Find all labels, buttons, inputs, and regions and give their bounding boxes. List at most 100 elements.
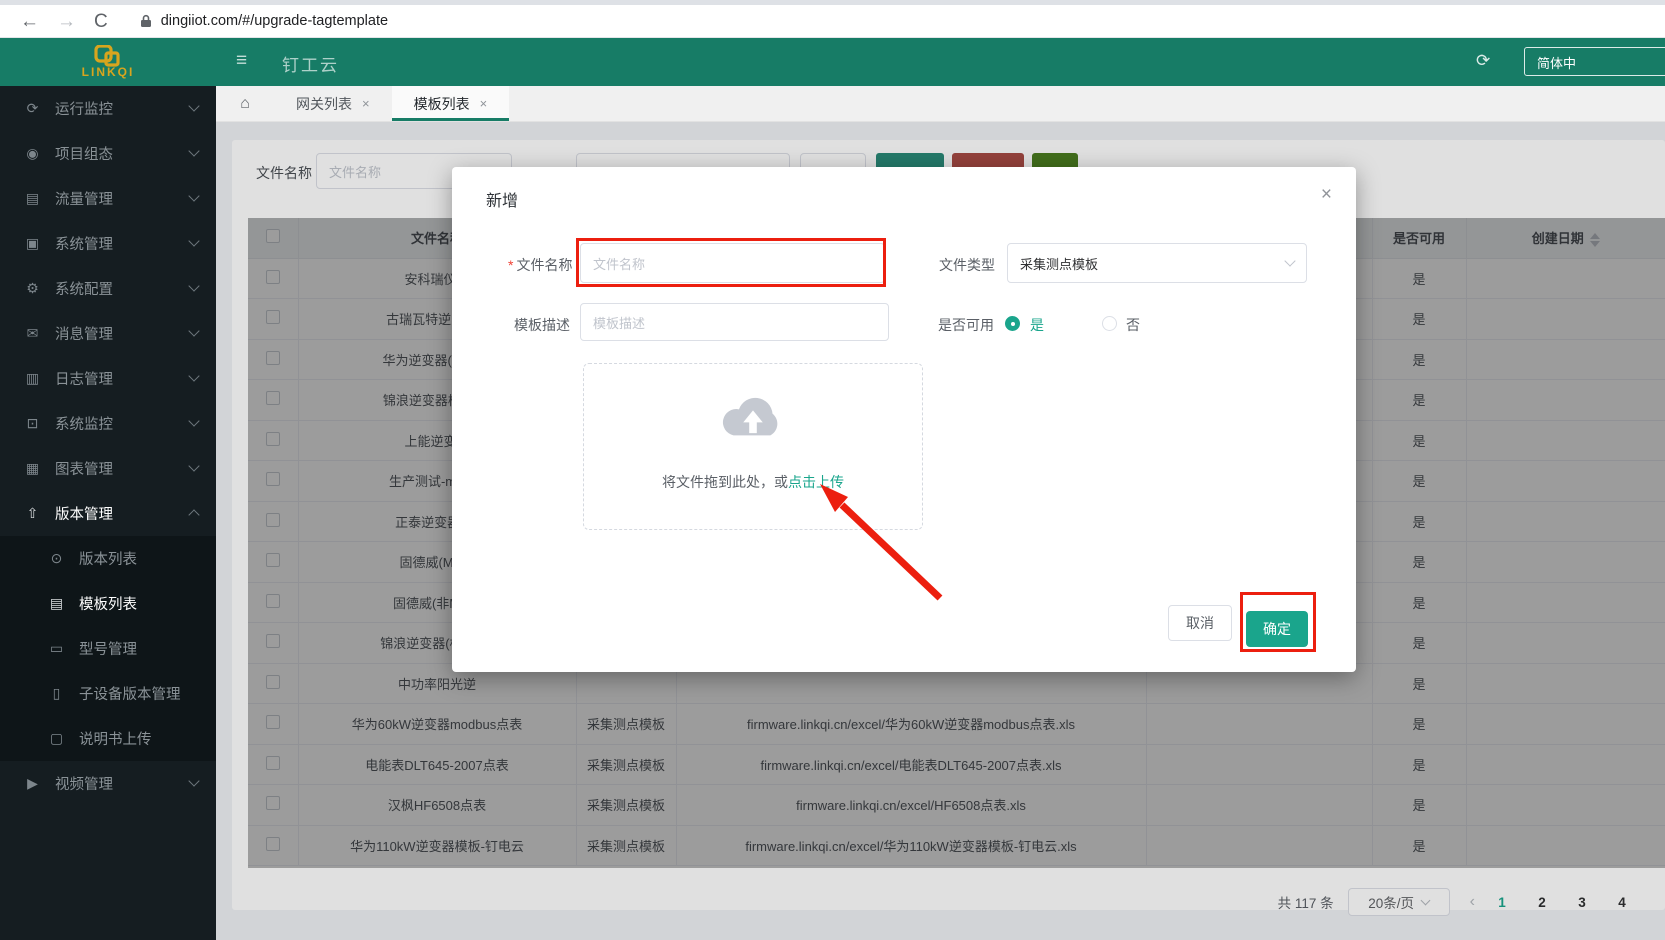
menu-fold-icon[interactable]: ≡ xyxy=(236,50,247,72)
model-manage-icon: ▭ xyxy=(48,640,65,657)
message-manage-icon: ✉ xyxy=(24,325,41,342)
app-header: LINKQI ≡ 钉工云 ⟳ 简体中 xyxy=(0,38,1665,86)
sidebar-item[interactable]: ▭ 型号管理 xyxy=(0,626,216,671)
version-list-icon: ⊙ xyxy=(48,550,65,567)
browser-toolbar: ← → C dingiiot.com/#/upgrade-tagtemplate xyxy=(0,0,1665,38)
system-config-icon: ⚙ xyxy=(24,280,41,297)
sidebar-item-label: 运行监控 xyxy=(55,98,113,119)
address-bar[interactable]: dingiiot.com/#/upgrade-tagtemplate xyxy=(140,13,388,29)
chevron-icon xyxy=(188,509,199,520)
sidebar-item-label: 版本列表 xyxy=(79,548,137,569)
refresh-icon[interactable]: ⟳ xyxy=(1476,51,1490,71)
file-type-select[interactable]: 采集测点模板 xyxy=(1007,243,1307,283)
app-logo[interactable]: LINKQI xyxy=(0,38,216,86)
chevron-down-icon xyxy=(1284,255,1295,266)
lock-icon xyxy=(140,14,152,28)
sidebar-item-label: 版本管理 xyxy=(55,503,113,524)
sidebar-item-label: 系统配置 xyxy=(55,278,113,299)
sidebar-item-label: 说明书上传 xyxy=(79,728,152,749)
radio-yes[interactable] xyxy=(1005,316,1020,331)
radio-no-label[interactable]: 否 xyxy=(1126,315,1140,335)
sidebar-item[interactable]: ⚙ 系统配置 xyxy=(0,266,216,311)
sidebar-item[interactable]: ▢ 说明书上传 xyxy=(0,716,216,761)
sidebar-item-label: 系统管理 xyxy=(55,233,113,254)
sidebar-item[interactable]: ▤ 流量管理 xyxy=(0,176,216,221)
add-dialog: 新增 × *文件名称 文件名称 文件类型 采集测点模板 模板描述 模板描述 是否… xyxy=(452,167,1356,672)
project-config-icon: ◉ xyxy=(24,145,41,162)
app-title: 钉工云 xyxy=(282,51,339,76)
sidebar-item[interactable]: ▤ 模板列表 xyxy=(0,581,216,626)
traffic-manage-icon: ▤ xyxy=(24,190,41,207)
sidebar-item[interactable]: ⟳ 运行监控 xyxy=(0,86,216,131)
upload-dropzone[interactable]: 将文件拖到此处，或点击上传 xyxy=(583,363,923,530)
run-monitor-icon: ⟳ xyxy=(24,100,41,117)
dialog-title: 新增 xyxy=(486,187,518,211)
sidebar-item-label: 项目组态 xyxy=(55,143,113,164)
sidebar-item[interactable]: ▶ 视频管理 xyxy=(0,761,216,806)
tab-label: 模板列表 xyxy=(414,94,470,114)
subdevice-version-icon: ▯ xyxy=(48,685,65,702)
chevron-icon xyxy=(188,775,199,786)
chevron-icon xyxy=(188,460,199,471)
cloud-upload-icon xyxy=(718,392,788,444)
chart-manage-icon: ▦ xyxy=(24,460,41,477)
sidebar-item-label: 视频管理 xyxy=(55,773,113,794)
page-tab[interactable]: 模板列表 × xyxy=(392,86,510,121)
sidebar-item-label: 系统监控 xyxy=(55,413,113,434)
sidebar-item-label: 流量管理 xyxy=(55,188,113,209)
forward-icon[interactable]: → xyxy=(57,12,76,31)
chevron-icon xyxy=(188,415,199,426)
back-icon[interactable]: ← xyxy=(20,12,39,31)
cancel-button[interactable]: 取消 xyxy=(1168,605,1232,641)
linkqi-logo-icon xyxy=(93,45,123,67)
sidebar-item-label: 消息管理 xyxy=(55,323,113,344)
sidebar-item-label: 子设备版本管理 xyxy=(79,683,181,704)
home-icon[interactable]: ⌂ xyxy=(216,86,274,121)
sidebar-menu: ⟳ 运行监控 ◉ 项目组态 ▤ 流量管理 ▣ 系统管理 ⚙ 系统配置 ✉ xyxy=(0,86,216,940)
dialog-close-icon[interactable]: × xyxy=(1321,184,1332,206)
page-tab[interactable]: 网关列表 × xyxy=(274,86,392,121)
sidebar-item[interactable]: ▣ 系统管理 xyxy=(0,221,216,266)
version-manage-icon: ⇧ xyxy=(24,505,41,522)
reload-icon[interactable]: C xyxy=(94,12,108,31)
chevron-icon xyxy=(188,190,199,201)
file-name-label: *文件名称 xyxy=(508,255,572,275)
language-button[interactable]: 简体中 xyxy=(1524,47,1665,76)
sidebar-item-label: 模板列表 xyxy=(79,593,137,614)
video-manage-icon: ▶ xyxy=(24,775,41,792)
chevron-icon xyxy=(188,235,199,246)
system-manage-icon: ▣ xyxy=(24,235,41,252)
dropzone-text: 将文件拖到此处，或 xyxy=(662,474,788,490)
chevron-icon xyxy=(188,100,199,111)
log-manage-icon: ▥ xyxy=(24,370,41,387)
sidebar-item[interactable]: ◉ 项目组态 xyxy=(0,131,216,176)
close-tab-icon[interactable]: × xyxy=(480,96,488,111)
sidebar-item[interactable]: ⊙ 版本列表 xyxy=(0,536,216,581)
tab-bar: ⌂ 网关列表 × 模板列表 × xyxy=(216,86,1665,122)
template-desc-input[interactable]: 模板描述 xyxy=(580,303,889,341)
sidebar-item[interactable]: ▥ 日志管理 xyxy=(0,356,216,401)
radio-no[interactable] xyxy=(1102,316,1117,331)
sidebar-item[interactable]: ✉ 消息管理 xyxy=(0,311,216,356)
sidebar-item[interactable]: ▦ 图表管理 xyxy=(0,446,216,491)
required-mark: * xyxy=(508,257,513,273)
logo-text: LINKQI xyxy=(82,65,135,79)
click-upload-link[interactable]: 点击上传 xyxy=(788,474,844,490)
close-tab-icon[interactable]: × xyxy=(362,96,370,111)
system-monitor-icon: ⊡ xyxy=(24,415,41,432)
sidebar-item-label: 日志管理 xyxy=(55,368,113,389)
sidebar-item[interactable]: ⇧ 版本管理 xyxy=(0,491,216,536)
sidebar-item[interactable]: ⊡ 系统监控 xyxy=(0,401,216,446)
template-list-icon: ▤ xyxy=(48,595,65,612)
sidebar-item[interactable]: ▯ 子设备版本管理 xyxy=(0,671,216,716)
confirm-button[interactable]: 确定 xyxy=(1246,611,1308,647)
url-text: dingiiot.com/#/upgrade-tagtemplate xyxy=(161,13,388,29)
template-desc-label: 模板描述 xyxy=(514,315,570,335)
sidebar-item-label: 型号管理 xyxy=(79,638,137,659)
manual-upload-icon: ▢ xyxy=(48,730,65,747)
chevron-icon xyxy=(188,325,199,336)
file-type-label: 文件类型 xyxy=(939,255,995,275)
available-label: 是否可用 xyxy=(938,315,994,335)
file-name-input[interactable]: 文件名称 xyxy=(580,243,885,283)
radio-yes-label[interactable]: 是 xyxy=(1030,315,1044,335)
